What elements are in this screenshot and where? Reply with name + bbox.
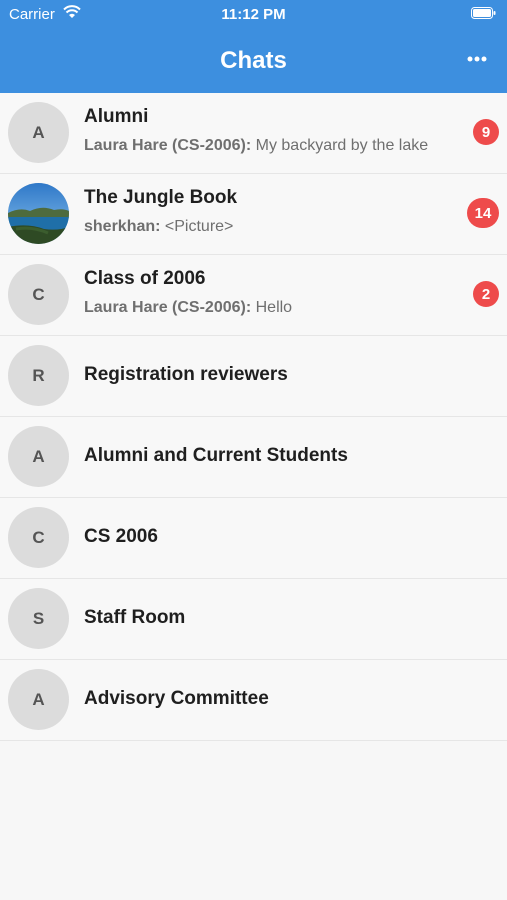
- unread-badge: 14: [467, 198, 499, 228]
- more-horizontal-icon: [467, 56, 487, 62]
- chat-list: A Alumni Laura Hare (CS-2006): My backya…: [0, 93, 507, 741]
- chat-row[interactable]: C CS 2006: [0, 498, 507, 579]
- lake-photo: [8, 183, 69, 244]
- preview-text: My backyard by the lake: [251, 137, 429, 154]
- chat-name: CS 2006: [84, 526, 158, 547]
- avatar: A: [8, 426, 69, 487]
- chat-name: The Jungle Book: [84, 187, 238, 208]
- avatar: C: [8, 264, 69, 325]
- chat-row[interactable]: S Staff Room: [0, 579, 507, 660]
- avatar: C: [8, 507, 69, 568]
- chat-preview: Laura Hare (CS-2006): Hello: [84, 299, 469, 317]
- preview-sender: sherkhan:: [84, 218, 161, 235]
- unread-badge: 9: [473, 119, 499, 145]
- avatar: S: [8, 588, 69, 649]
- avatar: [8, 183, 69, 244]
- more-options-button[interactable]: [465, 48, 489, 70]
- unread-badge: 2: [473, 281, 499, 307]
- preview-text: Hello: [251, 299, 293, 316]
- avatar: R: [8, 345, 69, 406]
- chat-name: Registration reviewers: [84, 364, 288, 385]
- preview-sender: Laura Hare (CS-2006):: [84, 299, 252, 316]
- app-header: Carrier 11:12 PM Chats: [0, 0, 507, 93]
- chat-name: Alumni: [84, 106, 149, 127]
- chat-row[interactable]: A Advisory Committee: [0, 660, 507, 741]
- chat-row[interactable]: A Alumni and Current Students: [0, 417, 507, 498]
- page-title: Chats: [220, 47, 287, 74]
- chat-row[interactable]: The Jungle Book sherkhan: <Picture> 14: [0, 174, 507, 255]
- chat-name: Alumni and Current Students: [84, 445, 348, 466]
- chat-row[interactable]: A Alumni Laura Hare (CS-2006): My backya…: [0, 93, 507, 174]
- status-bar: Carrier 11:12 PM: [0, 0, 507, 28]
- chat-name: Staff Room: [84, 607, 186, 628]
- chat-name: Advisory Committee: [84, 688, 269, 709]
- status-time: 11:12 PM: [221, 6, 286, 23]
- avatar: A: [8, 669, 69, 730]
- preview-text: <Picture>: [160, 218, 234, 235]
- chat-row[interactable]: C Class of 2006 Laura Hare (CS-2006): He…: [0, 255, 507, 336]
- battery-icon: [471, 7, 496, 19]
- chat-row[interactable]: R Registration reviewers: [0, 336, 507, 417]
- preview-sender: Laura Hare (CS-2006):: [84, 137, 252, 154]
- chat-preview: sherkhan: <Picture>: [84, 218, 469, 236]
- avatar: A: [8, 102, 69, 163]
- chat-name: Class of 2006: [84, 268, 206, 289]
- chat-preview: Laura Hare (CS-2006): My backyard by the…: [84, 137, 469, 155]
